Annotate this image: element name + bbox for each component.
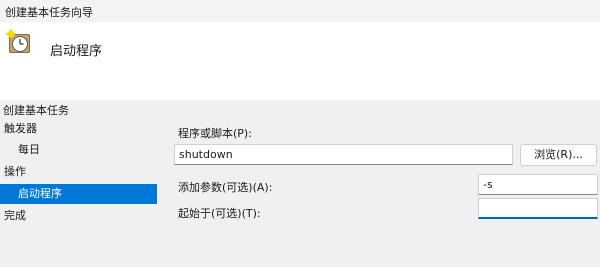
step-label: 触发器 <box>4 122 37 135</box>
page-heading: 启动程序 <box>50 44 103 59</box>
step-trigger: 触发器 <box>0 119 157 139</box>
args-input[interactable]: -s <box>478 174 598 195</box>
step-label: 启动程序 <box>18 187 62 200</box>
sidebar-section-title: 创建基本任务 <box>3 104 69 117</box>
step-action: 操作 <box>0 162 157 182</box>
program-input-value: shutdown <box>179 148 233 161</box>
step-label: 每日 <box>18 143 40 156</box>
step-label: 完成 <box>4 209 26 222</box>
program-input[interactable]: shutdown <box>174 144 513 165</box>
start-in-label: 起始于(可选)(T): <box>178 207 261 220</box>
clock-wizard-icon <box>6 29 32 55</box>
step-start-program: 启动程序 <box>0 184 157 204</box>
args-input-value: -s <box>483 178 493 191</box>
browse-button-label: 浏览(R)... <box>534 148 583 161</box>
title-bar: 创建基本任务向导 <box>0 0 600 22</box>
step-label: 操作 <box>4 165 26 178</box>
step-finish: 完成 <box>0 206 157 226</box>
window-title: 创建基本任务向导 <box>5 6 93 19</box>
start-in-input[interactable] <box>478 198 598 219</box>
args-label: 添加参数(可选)(A): <box>178 181 273 194</box>
step-daily: 每日 <box>0 140 157 160</box>
browse-button[interactable]: 浏览(R)... <box>520 144 597 166</box>
program-label: 程序或脚本(P): <box>178 127 252 140</box>
wizard-header: 启动程序 <box>0 22 600 100</box>
